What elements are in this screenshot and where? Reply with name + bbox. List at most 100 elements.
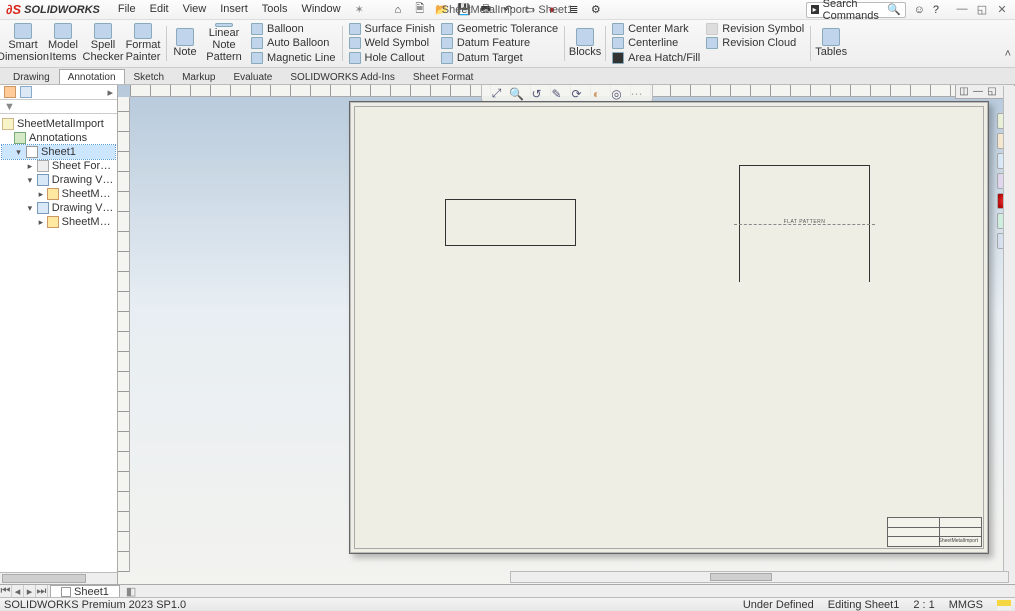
area-hatch-button[interactable]: Area Hatch/Fill [612,51,700,65]
new-doc-icon[interactable]: 🗎 [412,2,428,18]
drawing-view-1[interactable] [445,199,576,246]
twisty-icon[interactable]: ▸ [26,161,34,172]
tree-scrollbar-h[interactable] [0,572,117,584]
settings-gear-icon[interactable]: ⚙ [588,2,604,18]
linear-note-pattern-button[interactable]: Linear NotePattern [201,22,247,65]
datum-feature-button[interactable]: Datum Feature [441,36,558,50]
spell-checker-button[interactable]: SpellChecker [84,22,122,65]
blocks-button[interactable]: Blocks [569,22,601,65]
tree-sheet1[interactable]: Sheet1 [41,146,76,158]
doc-minimize-icon[interactable]: — [972,86,984,97]
display-style-icon[interactable]: ◐ [590,87,604,101]
tables-button[interactable]: Tables [815,22,847,65]
rotate-icon[interactable]: ⟳ [570,87,584,101]
tree-part1[interactable]: SheetMetalImp… [62,188,115,200]
tree-sheet-format[interactable]: Sheet Format1 [52,160,115,172]
tree-part2[interactable]: SheetMetalImp… [62,216,115,228]
home-icon[interactable]: ⌂ [390,2,406,18]
status-units[interactable]: MMGS [949,599,983,611]
doc-restore-icon[interactable]: ◱ [986,86,998,97]
format-painter-button[interactable]: FormatPainter [124,22,162,65]
help-icon[interactable]: ? [933,4,939,16]
centerline-button[interactable]: Centerline [612,36,700,50]
drawing-viewport[interactable]: ⤢ 🔍 ↺ ✎ ⟳ ◐ ◎ ⋯ ◫ — ◱ ✕ FLAT [118,85,1015,584]
center-mark-button[interactable]: Center Mark [612,22,700,36]
drawing-sheet[interactable]: FLAT PATTERN SheetMetalImport [349,101,989,554]
twisty-icon[interactable]: ▾ [26,175,34,186]
search-commands-input[interactable]: ▸ Search Commands 🔍 [806,2,906,18]
tree-expand-icon[interactable]: ▸ [107,86,113,99]
tab-drawing[interactable]: Drawing [4,69,59,84]
magnetic-line-button[interactable]: Magnetic Line [251,51,336,65]
zoom-prev-icon[interactable]: ↺ [530,87,544,101]
balloon-button[interactable]: Balloon [251,22,336,36]
datum-target-button[interactable]: Datum Target [441,51,558,65]
smart-dimension-button[interactable]: SmartDimension [4,22,42,65]
feature-tree[interactable]: SheetMetalImport Annotations ▾ Sheet1 ▸ Sh… [0,114,117,572]
status-editing[interactable]: Editing Sheet1 [828,599,900,611]
tree-root[interactable]: SheetMetalImport [17,118,104,130]
title-block-name: SheetMetalImport [939,538,978,544]
hide-show-icon[interactable]: ◎ [610,87,624,101]
tree-view2[interactable]: Drawing View2 [52,202,115,214]
sheet-nav-prev-icon[interactable]: ◂ [12,585,24,598]
tree-tab-property-icon[interactable] [20,86,32,98]
status-defined: Under Defined [743,599,814,611]
hole-callout-button[interactable]: Hole Callout [349,51,435,65]
tab-addins[interactable]: SOLIDWORKS Add-Ins [281,69,403,84]
surface-finish-button[interactable]: Surface Finish [349,22,435,36]
part-icon [47,188,59,200]
status-flag-icon[interactable] [997,600,1011,610]
tab-evaluate[interactable]: Evaluate [224,69,281,84]
drawing-view-2[interactable]: FLAT PATTERN [739,165,870,282]
twisty-icon[interactable]: ▸ [38,189,44,200]
sheet-nav-first-icon[interactable]: ⏮ [0,585,12,598]
zoom-fit-icon[interactable]: ⤢ [490,87,504,101]
tab-annotation[interactable]: Annotation [59,69,125,84]
restore-icon[interactable]: ◱ [975,3,989,16]
tab-sheet-format[interactable]: Sheet Format [404,69,483,84]
twisty-icon[interactable]: ▸ [38,217,44,228]
sheet-nav-last-icon[interactable]: ⏭ [36,585,48,598]
zoom-area-icon[interactable]: 🔍 [510,87,524,101]
tree-tab-feature-icon[interactable] [4,86,16,98]
model-items-button[interactable]: ModelItems [44,22,82,65]
menu-pin-icon[interactable]: ✶ [349,1,370,18]
tree-filter-icon[interactable]: ▼ [0,100,117,114]
tab-markup[interactable]: Markup [173,69,224,84]
tab-sketch[interactable]: Sketch [125,69,174,84]
feature-tree-panel: ▸ ▼ SheetMetalImport Annotations ▾ Sheet1… [0,85,118,584]
revision-cloud-button[interactable]: Revision Cloud [706,36,804,50]
menu-file[interactable]: File [112,1,142,18]
magnetic-line-icon [251,52,263,64]
menu-insert[interactable]: Insert [214,1,254,18]
doc-window-new-icon[interactable]: ◫ [958,86,970,97]
sheet-tab-sheet1[interactable]: Sheet1 [50,585,120,598]
title-block[interactable]: SheetMetalImport [887,517,982,547]
section-view-icon[interactable]: ✎ [550,87,564,101]
add-sheet-icon[interactable]: ◧ [120,585,142,598]
viewport-scrollbar-h[interactable] [510,571,1009,583]
ribbon-collapse-icon[interactable]: ˄ [1005,48,1011,60]
status-version: SOLIDWORKS Premium 2023 SP1.0 [4,599,186,611]
close-icon[interactable]: ✕ [995,3,1009,16]
more-views-icon[interactable]: ⋯ [630,87,644,101]
menu-view[interactable]: View [177,1,213,18]
minimize-icon[interactable]: — [955,3,969,16]
twisty-icon[interactable]: ▾ [14,147,23,158]
menu-edit[interactable]: Edit [144,1,175,18]
geometric-tolerance-button[interactable]: Geometric Tolerance [441,22,558,36]
viewport-scrollbar-v[interactable] [1003,86,1015,583]
twisty-icon[interactable]: ▾ [26,203,34,214]
note-button[interactable]: Note [171,22,199,65]
tree-annotations[interactable]: Annotations [29,132,87,144]
menu-tools[interactable]: Tools [256,1,294,18]
auto-balloon-icon [251,37,263,49]
tree-view1[interactable]: Drawing View1 [52,174,115,186]
auto-balloon-button[interactable]: Auto Balloon [251,36,336,50]
status-scale[interactable]: 2 : 1 [913,599,934,611]
menu-window[interactable]: Window [295,1,346,18]
sheet-nav-next-icon[interactable]: ▸ [24,585,36,598]
user-icon[interactable]: ☺ [914,4,925,16]
weld-symbol-button[interactable]: Weld Symbol [349,36,435,50]
